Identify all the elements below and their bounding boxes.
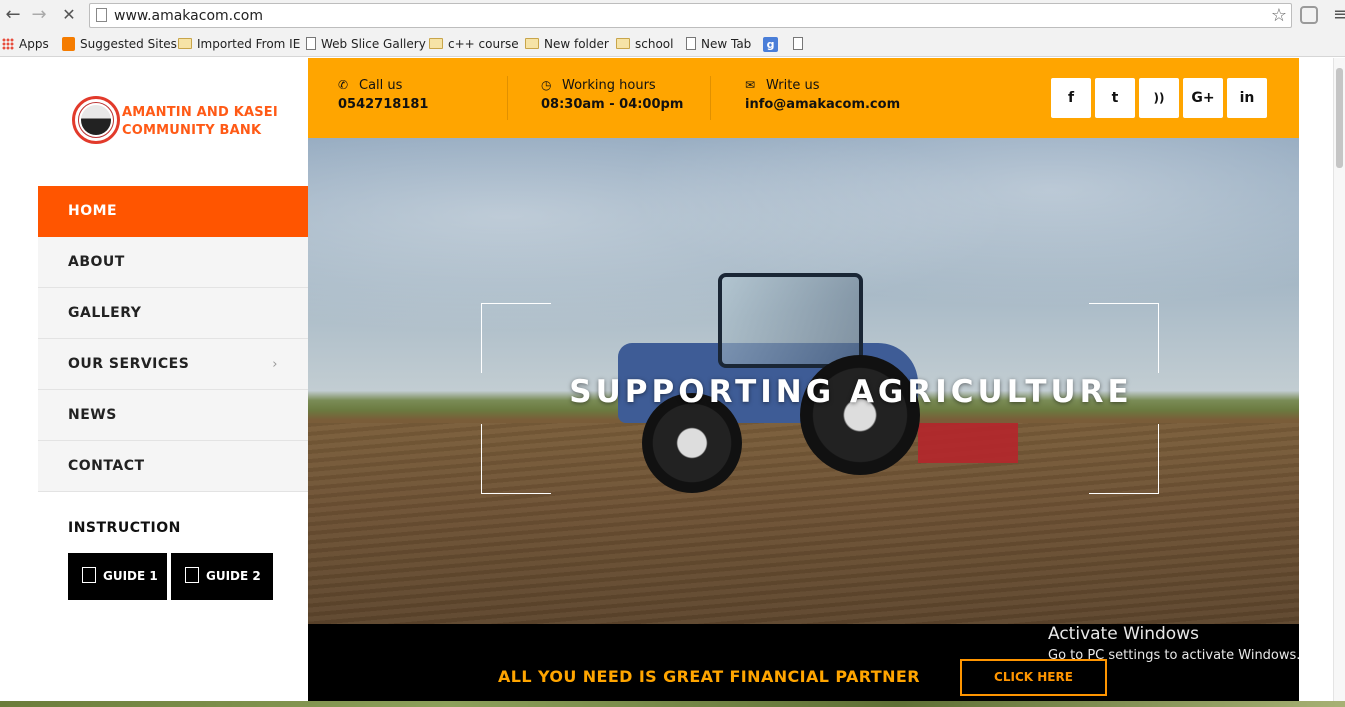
pdf-icon xyxy=(185,566,199,583)
browser-menu-icon[interactable]: ≡ xyxy=(1333,4,1345,25)
frame-corner xyxy=(1089,424,1159,494)
desktop-strip xyxy=(0,701,1345,707)
bookmark-imported-from-ie[interactable]: Imported From IE xyxy=(178,35,300,53)
chevron-right-icon: › xyxy=(272,357,278,372)
phone-icon: ✆ xyxy=(338,78,349,92)
bookmark-apps[interactable]: Apps xyxy=(2,35,49,53)
bookmark-school[interactable]: school xyxy=(616,35,673,53)
folder-icon xyxy=(429,38,443,49)
twitter-icon[interactable]: t xyxy=(1095,78,1135,118)
email-address[interactable]: info@amakacom.com xyxy=(745,97,900,112)
rss-icon[interactable]: )) xyxy=(1139,78,1179,118)
write-us-block: ✉ Write us info@amakacom.com xyxy=(745,78,901,112)
bookmarks-bar: Apps Suggested Sites Imported From IE We… xyxy=(0,31,1345,57)
click-here-button[interactable]: CLICK HERE xyxy=(960,659,1107,696)
phone-number[interactable]: 0542718181 xyxy=(338,97,428,112)
folder-icon xyxy=(616,38,630,49)
bookmark-cpp-course[interactable]: c++ course xyxy=(429,35,519,53)
suggested-sites-icon xyxy=(62,36,75,51)
page-icon xyxy=(306,37,316,50)
logo-text: AMANTIN AND KASEI COMMUNITY BANK xyxy=(122,105,278,138)
facebook-icon[interactable]: f xyxy=(1051,78,1091,118)
page-icon xyxy=(96,8,107,22)
guide-1-button[interactable]: GUIDE 1 xyxy=(68,553,167,600)
instruction-heading: INSTRUCTION xyxy=(68,520,181,536)
page-icon xyxy=(793,37,803,50)
menu-item-contact[interactable]: CONTACT xyxy=(38,441,308,492)
working-hours-value: 08:30am - 04:00pm xyxy=(541,97,684,112)
divider xyxy=(507,76,508,120)
working-hours-block: ◷ Working hours 08:30am - 04:00pm xyxy=(541,78,684,112)
call-us-block: ✆ Call us 0542718181 xyxy=(338,78,429,112)
bank-logo[interactable]: AMANTIN AND KASEI COMMUNITY BANK xyxy=(72,96,282,150)
url-text[interactable]: www.amakacom.com xyxy=(114,8,263,24)
stop-loading-icon[interactable]: ✕ xyxy=(58,4,80,26)
clock-icon: ◷ xyxy=(541,78,552,92)
bookmark-suggested-sites[interactable]: Suggested Sites xyxy=(62,35,177,53)
cta-text: ALL YOU NEED IS GREAT FINANCIAL PARTNER xyxy=(498,667,920,686)
activate-windows-watermark: Activate Windows Go to PC settings to ac… xyxy=(1048,624,1301,663)
folder-icon xyxy=(178,38,192,49)
menu-item-home[interactable]: HOME xyxy=(38,186,308,237)
browser-toolbar: ← → ✕ www.amakacom.com ☆ ≡ xyxy=(0,0,1345,31)
back-arrow-icon[interactable]: ← xyxy=(2,4,24,26)
page-icon xyxy=(686,37,696,50)
menu-item-news[interactable]: NEWS xyxy=(38,390,308,441)
bookmark-web-slice-gallery[interactable]: Web Slice Gallery xyxy=(306,35,426,53)
bookmark-new-folder[interactable]: New folder xyxy=(525,35,609,53)
frame-corner xyxy=(481,303,551,373)
extension-icon[interactable] xyxy=(1300,6,1318,24)
contact-topbar: ✆ Call us 0542718181 ◷ Working hours 08:30… xyxy=(308,58,1299,138)
page-scrollbar[interactable] xyxy=(1333,58,1345,707)
bookmark-blank-page[interactable] xyxy=(793,35,808,53)
google-plus-icon[interactable]: G+ xyxy=(1183,78,1223,118)
folder-icon xyxy=(525,38,539,49)
divider xyxy=(710,76,711,120)
address-bar[interactable]: www.amakacom.com ☆ xyxy=(89,3,1292,28)
guide-2-button[interactable]: GUIDE 2 xyxy=(171,553,273,600)
bank-seal-icon xyxy=(72,96,120,144)
bookmark-star-icon[interactable]: ☆ xyxy=(1271,5,1287,26)
linkedin-icon[interactable]: in xyxy=(1227,78,1267,118)
forward-arrow-icon[interactable]: → xyxy=(28,4,50,26)
google-icon: g xyxy=(763,37,778,52)
apps-icon xyxy=(2,37,14,50)
envelope-icon: ✉ xyxy=(745,78,756,92)
bookmark-new-tab[interactable]: New Tab xyxy=(686,35,751,53)
main-menu: HOME ABOUT GALLERY OUR SERVICES › NEWS CO… xyxy=(38,186,308,492)
pdf-icon xyxy=(82,566,96,583)
menu-item-gallery[interactable]: GALLERY xyxy=(38,288,308,339)
frame-corner xyxy=(481,424,551,494)
web-page: AMANTIN AND KASEI COMMUNITY BANK HOME AB… xyxy=(0,58,1345,707)
menu-item-our-services[interactable]: OUR SERVICES › xyxy=(38,339,308,390)
bookmark-google[interactable]: g xyxy=(763,35,783,53)
sidebar: AMANTIN AND KASEI COMMUNITY BANK HOME AB… xyxy=(0,58,308,707)
frame-corner xyxy=(1089,303,1159,373)
hero-slider[interactable]: SUPPORTING AGRICULTURE xyxy=(308,138,1299,624)
scrollbar-thumb[interactable] xyxy=(1336,68,1343,168)
menu-item-about[interactable]: ABOUT xyxy=(38,237,308,288)
hero-title: SUPPORTING AGRICULTURE xyxy=(569,374,1133,410)
